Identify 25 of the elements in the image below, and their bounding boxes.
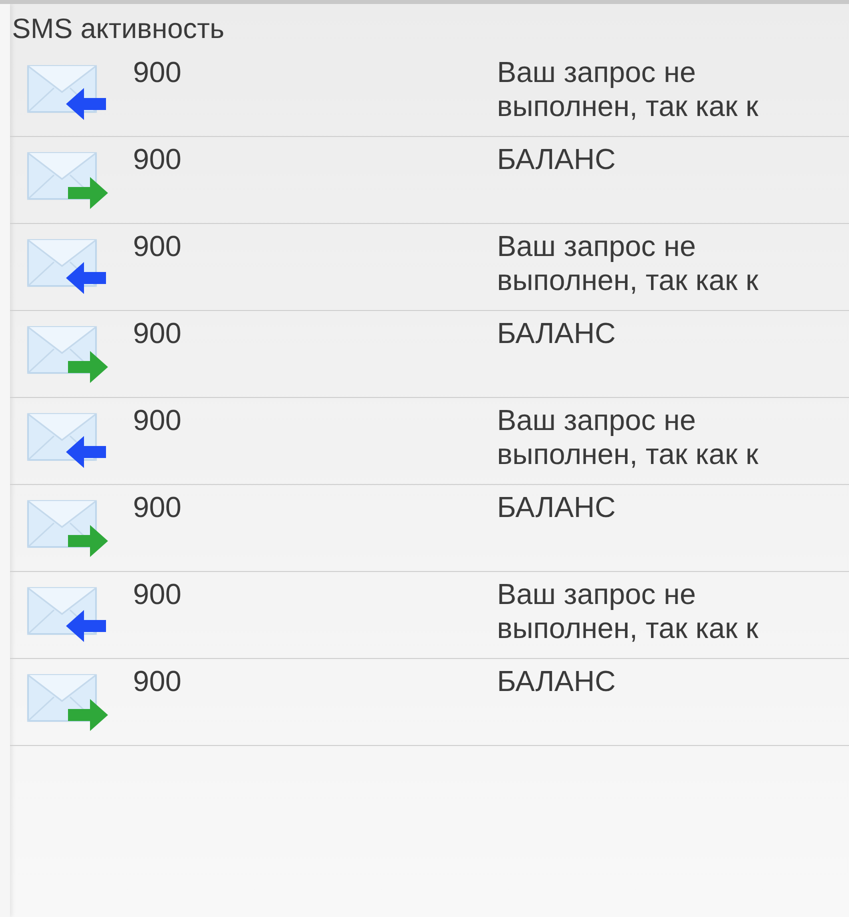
message-text: Ваш запрос не выполнен, так как к <box>497 56 760 124</box>
phone-number: 900 <box>133 56 182 90</box>
phone-number: 900 <box>133 491 182 525</box>
phone-number: 900 <box>133 230 182 264</box>
message-text: БАЛАНС <box>497 665 617 699</box>
message-text: БАЛАНС <box>497 143 617 177</box>
message-row[interactable]: 900 БАЛАНС <box>10 311 849 398</box>
message-row[interactable]: 900 Ваш запрос не выполнен, так как к <box>10 572 849 659</box>
phone-number: 900 <box>133 317 182 351</box>
phone-number: 900 <box>133 404 182 438</box>
phone-number: 900 <box>133 578 182 612</box>
screen-title: SMS активность <box>11 12 226 46</box>
phone-number: 900 <box>133 143 182 177</box>
message-row[interactable]: 900 БАЛАНС <box>10 659 849 746</box>
message-row[interactable]: 900 БАЛАНС <box>10 137 849 224</box>
message-row[interactable]: 900 БАЛАНС <box>10 485 849 572</box>
message-text: Ваш запрос не выполнен, так как к <box>497 578 760 646</box>
message-row[interactable]: 900 Ваш запрос не выполнен, так как к <box>10 224 849 311</box>
message-row[interactable]: 900 Ваш запрос не выполнен, так как к <box>10 50 849 137</box>
phone-number: 900 <box>133 665 182 699</box>
message-text: БАЛАНС <box>497 317 617 351</box>
message-text: Ваш запрос не выполнен, так как к <box>497 230 760 298</box>
message-text: БАЛАНС <box>497 491 617 525</box>
message-text: Ваш запрос не выполнен, так как к <box>497 404 760 472</box>
message-row[interactable]: 900 Ваш запрос не выполнен, так как к <box>10 398 849 485</box>
